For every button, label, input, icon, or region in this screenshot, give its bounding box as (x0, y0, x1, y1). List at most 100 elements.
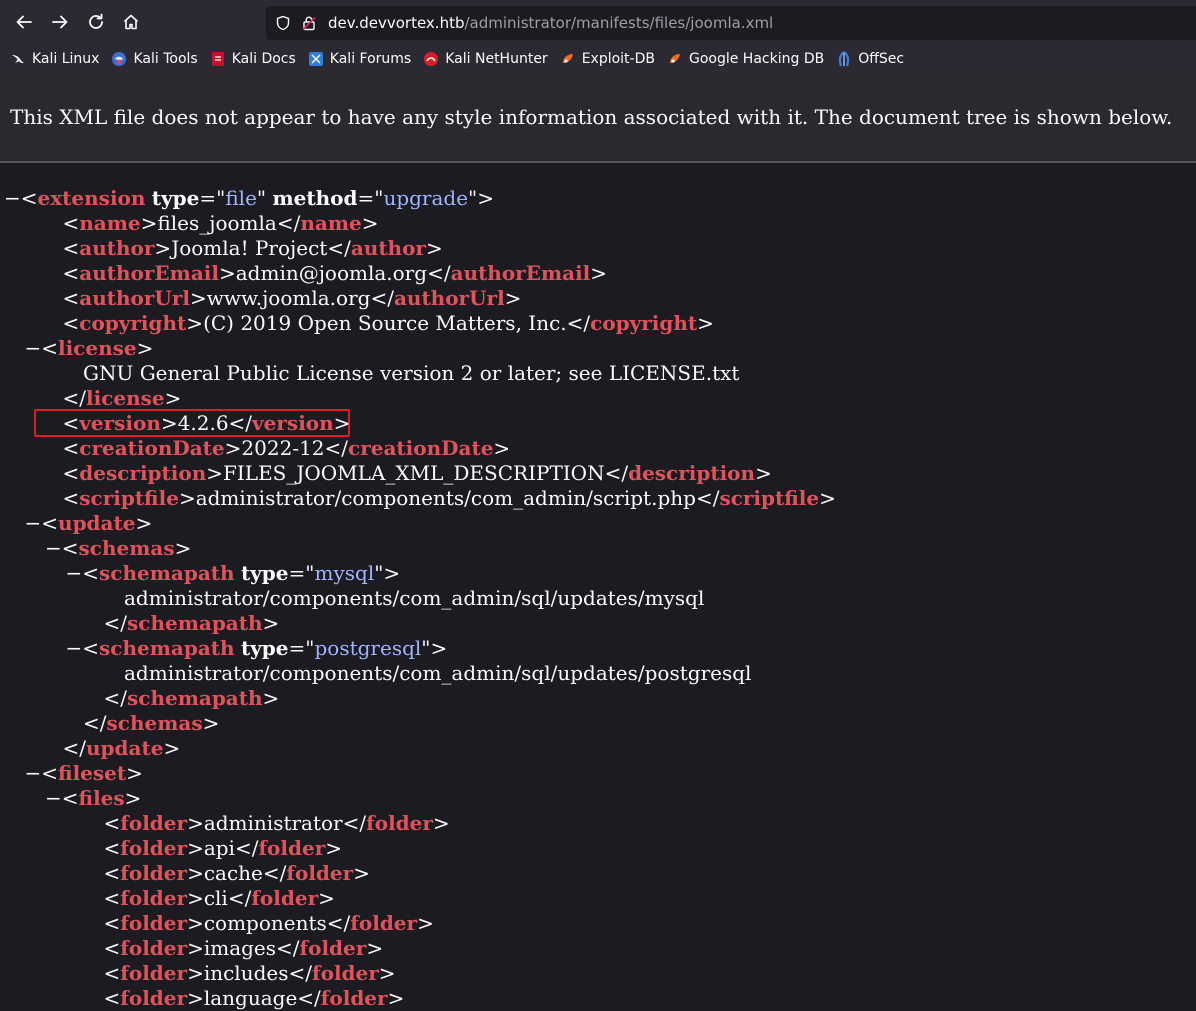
tag-bracket: < (62, 211, 80, 235)
tag-bracket: > (318, 886, 335, 910)
element-text: images (203, 936, 277, 960)
bookmark-kali-tools[interactable]: Kali Tools (111, 51, 198, 67)
collapse-toggle[interactable]: − (66, 561, 83, 585)
xml-line-files[interactable]: −<files> (45, 786, 141, 811)
offsec-icon (836, 51, 852, 67)
xml-line-fileset[interactable]: −<fileset> (25, 761, 143, 786)
url-bar[interactable]: dev.devvortex.htb/administrator/manifest… (266, 6, 1196, 40)
xml-line-license[interactable]: −<license> (25, 336, 154, 361)
attr-name: type (240, 561, 289, 585)
tag-bracket: < (20, 186, 38, 210)
attr-value: mysql (314, 561, 375, 585)
bookmark-exploit-db[interactable]: Exploit-DB (560, 51, 655, 67)
tag-bracket: > (187, 986, 204, 1010)
xml-line-update[interactable]: −<update> (25, 511, 153, 536)
tag-bracket: < (103, 836, 121, 860)
bookmark-kali-forums[interactable]: Kali Forums (308, 51, 411, 67)
tag-name: folder (120, 861, 188, 885)
bookmark-label: Kali Tools (133, 51, 198, 67)
element-text: components (203, 911, 327, 935)
bookmark-kali-nethunter[interactable]: Kali NetHunter (423, 51, 548, 67)
tag-bracket: > (187, 861, 204, 885)
text-node: administrator/components/com_admin/sql/u… (124, 661, 752, 685)
ghdb-icon (667, 51, 683, 67)
tag-bracket: </ (227, 886, 252, 910)
xml-line-extension[interactable]: −<extension type="file" method="upgrade"… (4, 186, 494, 211)
home-button[interactable] (117, 8, 145, 36)
reload-button[interactable] (82, 8, 110, 36)
bookmark-kali-linux[interactable]: Kali Linux (10, 51, 99, 67)
element-text: admin@joomla.org (235, 261, 428, 285)
attr-name: type (240, 636, 289, 660)
tag-name: schemas (106, 711, 203, 735)
tag-name: schemapath (99, 561, 235, 585)
collapse-toggle[interactable]: − (45, 536, 62, 560)
tag-name: folder (350, 911, 418, 935)
collapse-toggle[interactable]: − (25, 336, 42, 360)
xml-line-schemapath: </schemapath> (104, 686, 280, 711)
url-path: /administrator/manifests/files/joomla.xm… (464, 14, 774, 32)
bookmark-label: Exploit-DB (581, 51, 655, 67)
shield-icon[interactable] (274, 14, 292, 32)
tag-bracket: </ (326, 911, 351, 935)
xml-line-license: </license> (63, 386, 182, 411)
tag-name: name (300, 211, 362, 235)
tag-bracket: > (124, 786, 142, 810)
tag-bracket: </ (297, 986, 321, 1010)
element-text: files_joomla (157, 211, 277, 235)
tag-bracket: </ (324, 436, 349, 460)
tag-name: copyright (79, 311, 187, 335)
xml-line-schemapath[interactable]: −<schemapath type="mysql"> (66, 561, 401, 586)
tag-bracket: > (378, 961, 396, 985)
xml-line-folder: <folder>components</folder> (104, 911, 434, 936)
attr-value: file (225, 186, 257, 210)
tag-name: copyright (590, 311, 698, 335)
tag-name: folder (299, 936, 367, 960)
xml-line-creationDate: <creationDate>2022-12</creationDate> (63, 436, 511, 461)
tag-bracket: < (62, 261, 80, 285)
tag-name: authorEmail (450, 261, 591, 285)
tag-bracket: < (103, 936, 121, 960)
xml-line-authorEmail: <authorEmail>admin@joomla.org</authorEma… (63, 261, 608, 286)
tag-bracket: > (262, 686, 280, 710)
tag-bracket: > (187, 961, 204, 985)
collapse-toggle[interactable]: − (4, 186, 21, 210)
bookmark-kali-docs[interactable]: Kali Docs (210, 51, 296, 67)
tag-bracket: < (103, 811, 121, 835)
element-text: api (203, 836, 235, 860)
xml-line-schemapath[interactable]: −<schemapath type="postgresql"> (66, 636, 448, 661)
url-text[interactable]: dev.devvortex.htb/administrator/manifest… (328, 14, 773, 32)
tag-bracket: </ (566, 311, 591, 335)
collapse-toggle[interactable]: − (45, 786, 62, 810)
tag-name: folder (120, 886, 188, 910)
tag-bracket: < (62, 311, 80, 335)
insecure-lock-icon[interactable] (300, 14, 318, 32)
tag-name: author (350, 236, 426, 260)
bookmark-google-hacking-db[interactable]: Google Hacking DB (667, 51, 824, 67)
tag-name: folder (312, 961, 379, 985)
collapse-toggle[interactable]: − (25, 761, 42, 785)
url-host: dev.devvortex.htb (328, 14, 465, 32)
tag-name: authorEmail (79, 261, 219, 285)
back-button[interactable] (10, 8, 38, 36)
element-text: (C) 2019 Open Source Matters, Inc. (203, 311, 567, 335)
forward-button[interactable] (46, 8, 74, 36)
tag-name: folder (251, 886, 319, 910)
tag-bracket: < (62, 436, 80, 460)
tag-name: schemas (78, 536, 175, 560)
tag-bracket: < (103, 861, 121, 885)
attr-eq: =" (288, 561, 315, 585)
element-text: FILES_JOOMLA_XML_DESCRIPTION (223, 461, 605, 485)
kali-nethunter-icon (423, 51, 439, 67)
tag-name: folder (320, 986, 388, 1010)
collapse-toggle[interactable]: − (66, 636, 83, 660)
element-text: 4.2.6 (177, 411, 229, 435)
collapse-toggle[interactable]: − (25, 511, 42, 535)
tag-name: extension (37, 186, 146, 210)
bookmark-offsec[interactable]: OffSec (836, 51, 904, 67)
tag-name: schemapath (127, 686, 263, 710)
xml-line-schemas[interactable]: −<schemas> (45, 536, 191, 561)
tag-bracket: < (103, 886, 121, 910)
xml-line-update: </update> (63, 736, 181, 761)
tag-bracket: > (697, 311, 714, 335)
